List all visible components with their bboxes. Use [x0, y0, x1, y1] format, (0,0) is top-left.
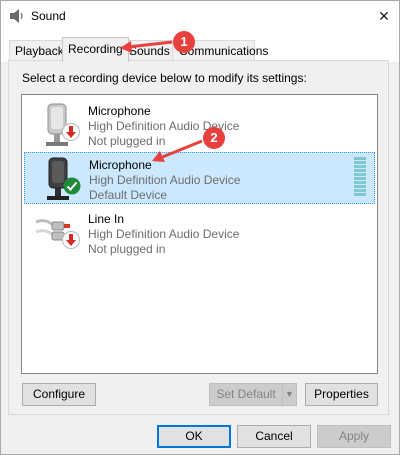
- annotation-arrowhead-1: [120, 41, 132, 53]
- annotation-arrow-1: [127, 40, 173, 49]
- annotation-badge-2: 2: [203, 127, 225, 149]
- annotation-arrow-2: [159, 139, 203, 160]
- annotation-badge-1: 1: [173, 31, 195, 53]
- annotation-arrows: [120, 40, 203, 162]
